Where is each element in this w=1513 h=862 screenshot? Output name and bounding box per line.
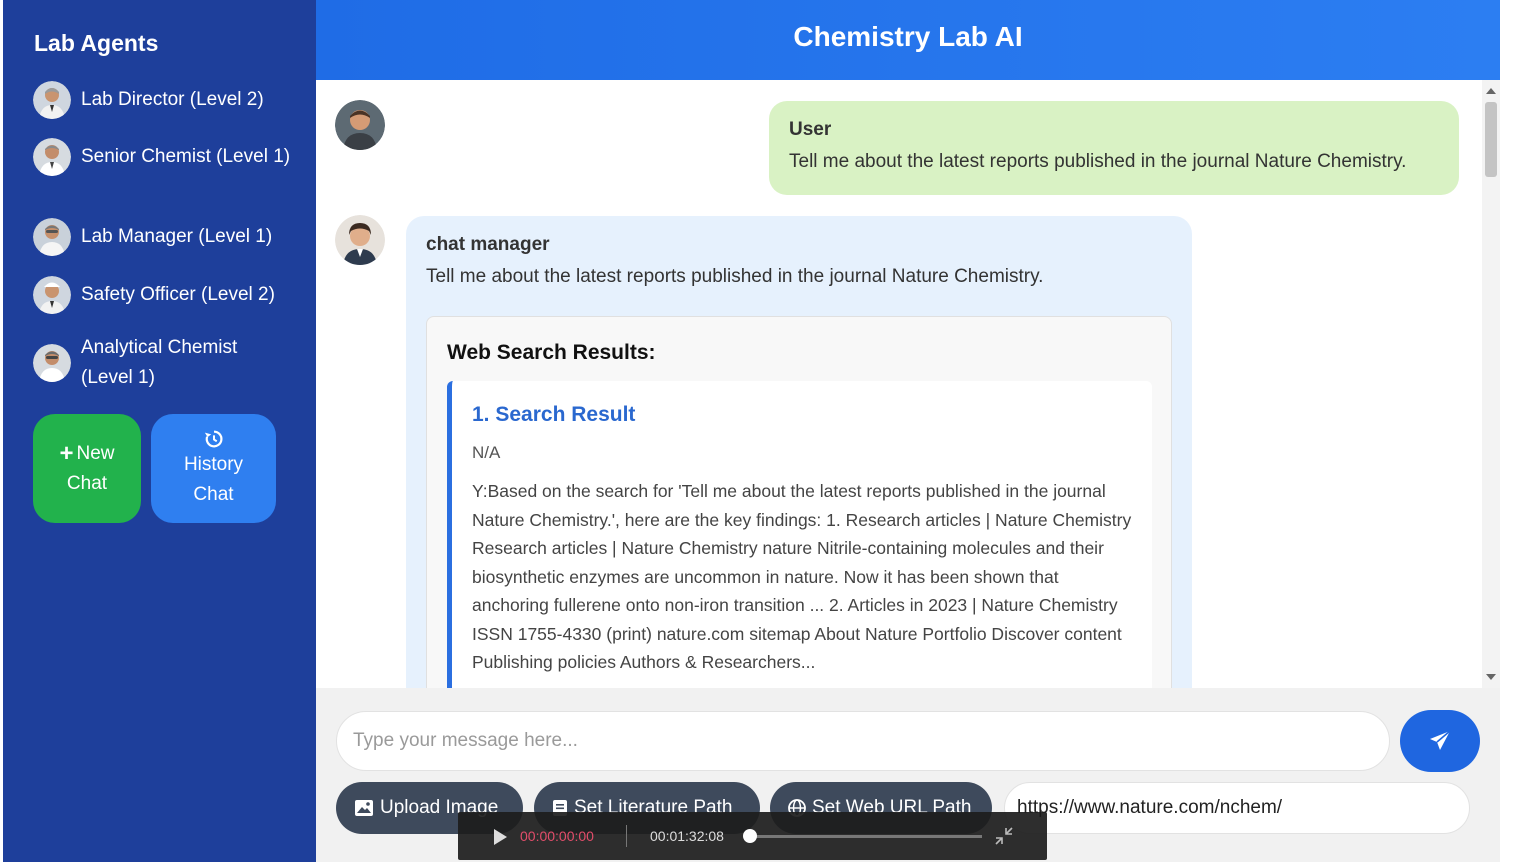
agent-label: Lab Director (Level 2) [81,89,264,110]
search-results-heading: Web Search Results: [447,341,656,364]
agent-label: Analytical Chemist (Level 1) [81,337,238,388]
agent-label: Lab Manager (Level 1) [81,226,273,247]
total-time: 00:01:32:08 [650,828,724,844]
scroll-thumb[interactable] [1485,102,1497,177]
agent-label: Safety Officer (Level 2) [81,284,275,305]
user-message-text: Tell me about the latest reports publish… [789,151,1407,172]
avatar [33,138,71,176]
play-icon[interactable] [494,829,507,845]
divider [626,825,627,847]
agent-item-lab-director[interactable]: Lab Director (Level 2) [33,81,303,119]
chat-manager-avatar [335,215,385,265]
sidebar: Lab Agents Lab Director (Level 2) Senior… [3,0,316,862]
chat-scrollbar[interactable] [1482,80,1500,688]
agent-item-analytical-chemist[interactable]: Analytical Chemist (Level 1) [33,333,303,393]
new-chat-line2: Chat [66,472,108,494]
bot-message-text: Tell me about the latest reports publish… [426,266,1044,287]
exit-fullscreen-icon[interactable] [994,826,1014,846]
history-icon [203,428,225,450]
bot-message-bubble: chat manager Tell me about the latest re… [406,216,1192,688]
sidebar-title: Lab Agents [34,30,159,56]
page-title: Chemistry Lab AI [793,21,1023,52]
new-chat-button[interactable]: + New Chat [33,414,141,523]
image-icon [355,800,373,816]
user-sender: User [789,119,832,140]
agent-item-safety-officer[interactable]: Safety Officer (Level 2) [33,276,303,314]
agent-item-senior-chemist[interactable]: Senior Chemist (Level 1) [33,138,303,176]
new-chat-line1: New [76,442,115,464]
message-input[interactable] [336,711,1390,771]
header: Chemistry Lab AI [316,0,1500,80]
agent-label: Senior Chemist (Level 1) [81,146,291,167]
avatar [33,218,71,256]
history-chat-line1: History [183,453,244,475]
avatar [33,81,71,119]
avatar [33,344,71,382]
search-result-item: 1. Search Result N/A Y:Based on the sear… [447,381,1152,688]
web-url-input[interactable] [1004,782,1470,834]
avatar [33,276,71,314]
paper-plane-icon [1430,730,1451,750]
user-message-bubble: User Tell me about the latest reports pu… [769,101,1459,195]
bot-sender: chat manager [426,234,550,255]
progress-knob[interactable] [743,829,757,843]
history-chat-button[interactable]: History Chat [151,414,276,523]
plus-icon: + [59,439,74,467]
scroll-up-arrow-icon[interactable] [1486,88,1496,94]
search-result-title[interactable]: 1. Search Result [472,403,1132,427]
history-chat-line2: Chat [193,483,234,505]
search-result-meta: N/A [472,443,501,462]
search-result-body: Y:Based on the search for 'Tell me about… [472,481,1132,672]
app: Lab Agents Lab Director (Level 2) Senior… [0,0,1513,862]
send-button[interactable] [1400,710,1480,772]
web-search-results: Web Search Results: 1. Search Result N/A… [426,316,1172,688]
video-player-bar: 00:00:00:00 00:01:32:08 [458,812,1047,860]
current-time: 00:00:00:00 [520,828,594,844]
agent-item-lab-manager[interactable]: Lab Manager (Level 1) [33,218,303,256]
user-avatar [335,100,385,150]
scroll-down-arrow-icon[interactable] [1486,674,1496,680]
progress-track[interactable] [750,835,982,838]
chat-area: User Tell me about the latest reports pu… [316,80,1482,688]
